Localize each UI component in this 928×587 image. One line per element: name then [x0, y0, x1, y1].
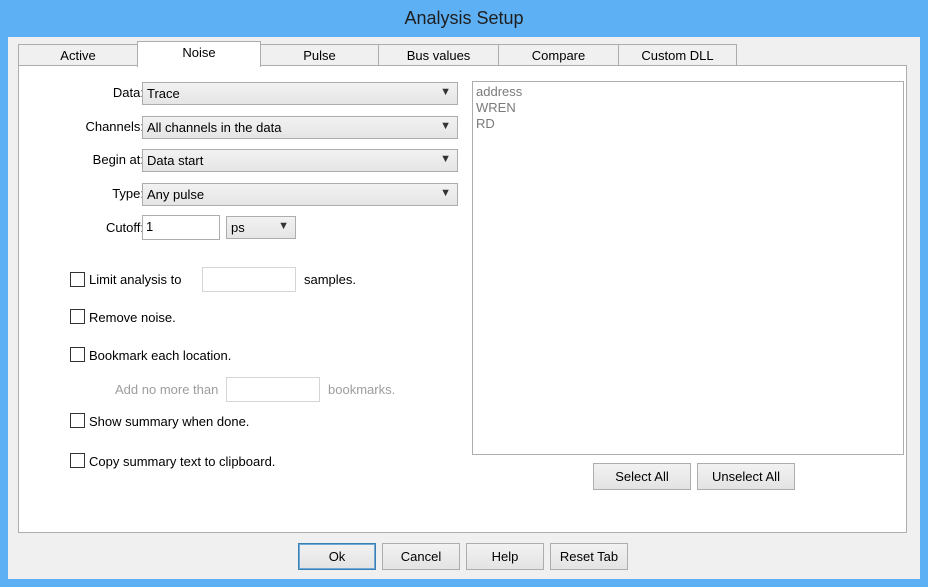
tab-compare[interactable]: Compare	[498, 44, 619, 65]
remove-noise-label: Remove noise.	[89, 310, 176, 325]
limit-analysis-checkbox[interactable]	[70, 272, 85, 287]
list-item[interactable]: address	[476, 84, 522, 99]
select-all-button[interactable]: Select All	[593, 463, 691, 490]
data-dropdown[interactable]: Trace ▼	[142, 82, 458, 105]
show-summary-label: Show summary when done.	[89, 414, 250, 429]
cutoff-label: Cutoff:	[105, 220, 144, 235]
limit-analysis-label: Limit analysis to	[89, 272, 182, 287]
chevron-down-icon: ▼	[440, 120, 451, 132]
begin-at-label: Begin at:	[92, 152, 144, 167]
add-no-more-than-label: Add no more than	[115, 382, 219, 397]
channels-dropdown[interactable]: All channels in the data ▼	[142, 116, 458, 139]
list-item[interactable]: RD	[476, 116, 495, 131]
cutoff-unit-value: ps	[231, 220, 245, 235]
reset-tab-button[interactable]: Reset Tab	[550, 543, 628, 570]
tab-custom-dll[interactable]: Custom DLL	[618, 44, 737, 65]
chevron-down-icon: ▼	[440, 86, 451, 98]
show-summary-checkbox[interactable]	[70, 413, 85, 428]
type-label: Type:	[112, 186, 144, 201]
chevron-down-icon: ▼	[278, 220, 289, 232]
bookmark-limit-input[interactable]	[226, 377, 320, 402]
chevron-down-icon: ▼	[440, 153, 451, 165]
tab-noise[interactable]: Noise	[137, 41, 261, 67]
cutoff-unit-dropdown[interactable]: ps ▼	[226, 216, 296, 239]
type-value: Any pulse	[147, 187, 205, 202]
ok-button[interactable]: Ok	[298, 543, 376, 570]
data-value: Trace	[147, 86, 180, 101]
tab-bus-values[interactable]: Bus values	[378, 44, 499, 65]
bookmark-label: Bookmark each location.	[89, 348, 232, 363]
data-label: Data:	[112, 85, 144, 100]
tab-active[interactable]: Active	[18, 44, 138, 65]
begin-at-dropdown[interactable]: Data start ▼	[142, 149, 458, 172]
remove-noise-checkbox[interactable]	[70, 309, 85, 324]
list-item[interactable]: WREN	[476, 100, 516, 115]
analysis-setup-window: Analysis Setup Active Noise Pulse Bus va…	[0, 0, 928, 587]
bookmark-checkbox[interactable]	[70, 347, 85, 362]
dialog-client: Active Noise Pulse Bus values Compare Cu…	[8, 37, 920, 579]
samples-label: samples.	[304, 272, 357, 287]
noise-panel: Data: Trace ▼ Channels: All channels in …	[18, 65, 907, 533]
help-button[interactable]: Help	[466, 543, 544, 570]
tab-pulse[interactable]: Pulse	[260, 44, 379, 65]
cutoff-value: 1	[146, 219, 154, 234]
begin-at-value: Data start	[147, 153, 204, 168]
unselect-all-button[interactable]: Unselect All	[697, 463, 795, 490]
title-bar[interactable]: Analysis Setup	[0, 0, 928, 37]
type-dropdown[interactable]: Any pulse ▼	[142, 183, 458, 206]
chevron-down-icon: ▼	[440, 187, 451, 199]
channels-label: Channels:	[85, 119, 144, 134]
channel-listbox[interactable]: address WREN RD	[472, 81, 904, 455]
cancel-button[interactable]: Cancel	[382, 543, 460, 570]
window-title: Analysis Setup	[404, 8, 524, 28]
cutoff-input[interactable]: 1	[142, 215, 220, 240]
copy-clipboard-label: Copy summary text to clipboard.	[89, 454, 276, 469]
copy-clipboard-checkbox[interactable]	[70, 453, 85, 468]
bookmarks-label: bookmarks.	[328, 382, 396, 397]
channels-value: All channels in the data	[147, 120, 282, 135]
limit-samples-input[interactable]	[202, 267, 296, 292]
